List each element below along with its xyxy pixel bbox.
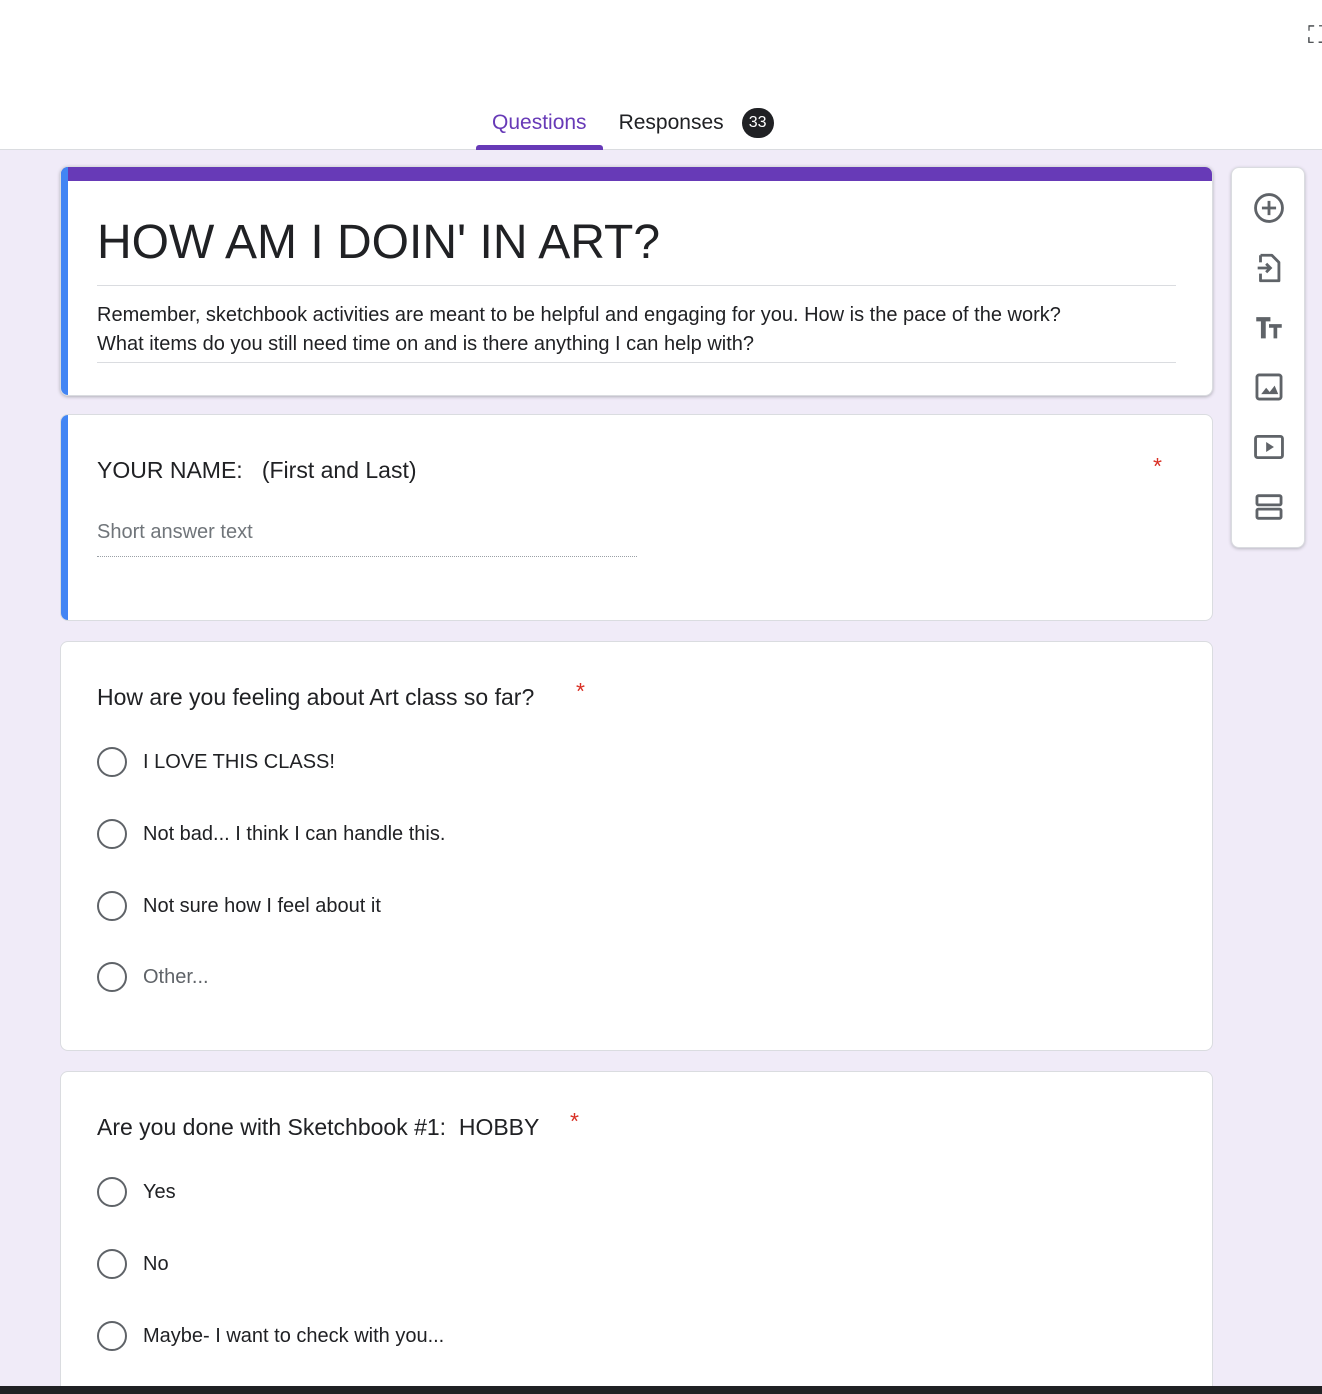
option-label-other: Other... <box>143 965 209 988</box>
add-question-icon[interactable] <box>1249 188 1289 228</box>
tab-questions-label: Questions <box>492 111 587 134</box>
radio-button[interactable] <box>97 1249 127 1279</box>
radio-button[interactable] <box>97 747 127 777</box>
active-card-indicator <box>61 415 68 620</box>
radio-option[interactable]: No <box>97 1249 169 1279</box>
short-answer-field[interactable]: Short answer text <box>97 521 637 557</box>
radio-option[interactable]: Not bad... I think I can handle this. <box>97 819 445 849</box>
question-title[interactable]: Are you done with Sketchbook #1: HOBBY <box>97 1114 539 1141</box>
tab-bar: Questions Responses 33 <box>476 96 790 150</box>
radio-button[interactable] <box>97 1321 127 1351</box>
tab-responses[interactable]: Responses 33 <box>603 96 790 150</box>
question-card-name[interactable]: YOUR NAME: (First and Last) * Short answ… <box>60 414 1213 621</box>
bottom-edge <box>0 1386 1322 1394</box>
tab-questions[interactable]: Questions <box>476 96 603 150</box>
option-label: Yes <box>143 1180 176 1203</box>
option-label: Not bad... I think I can handle this. <box>143 822 446 845</box>
top-bar: ⛶ Questions Responses 33 <box>0 0 1322 150</box>
option-label: Not sure how I feel about it <box>143 894 381 917</box>
radio-option[interactable]: Not sure how I feel about it <box>97 891 381 921</box>
option-label: I LOVE THIS CLASS! <box>143 750 335 773</box>
question-title[interactable]: YOUR NAME: (First and Last) <box>97 457 417 484</box>
import-questions-icon[interactable] <box>1249 248 1289 288</box>
add-section-icon[interactable] <box>1249 487 1289 527</box>
question-card-sketchbook[interactable]: Are you done with Sketchbook #1: HOBBY *… <box>60 1071 1213 1394</box>
radio-option[interactable]: Maybe- I want to check with you... <box>97 1321 444 1351</box>
radio-button[interactable] <box>97 819 127 849</box>
radio-button[interactable] <box>97 962 127 992</box>
add-title-icon[interactable] <box>1249 307 1289 347</box>
form-description-line-2: What items do you still need time on and… <box>97 333 755 355</box>
form-top-accent <box>61 167 1212 181</box>
option-label: Maybe- I want to check with you... <box>143 1324 445 1347</box>
question-card-feeling[interactable]: How are you feeling about Art class so f… <box>60 641 1213 1051</box>
side-toolbar <box>1231 167 1305 548</box>
responses-count-badge: 33 <box>741 108 774 138</box>
radio-button[interactable] <box>97 891 127 921</box>
form-title-card[interactable]: HOW AM I DOIN' IN ART? Remember, sketchb… <box>60 166 1213 396</box>
form-description-line-1: Remember, sketchbook activities are mean… <box>97 304 1061 326</box>
required-asterisk: * <box>1153 453 1162 479</box>
radio-button[interactable] <box>97 1177 127 1207</box>
form-description[interactable]: Remember, sketchbook activities are mean… <box>97 301 1176 363</box>
active-card-indicator <box>61 167 68 395</box>
question-title[interactable]: How are you feeling about Art class so f… <box>97 684 534 711</box>
tab-responses-label: Responses <box>618 111 724 134</box>
radio-option[interactable]: Yes <box>97 1177 176 1207</box>
option-label: No <box>143 1252 169 1275</box>
expand-icon[interactable]: ⛶ <box>1308 22 1322 50</box>
add-video-icon[interactable] <box>1249 427 1289 467</box>
add-image-icon[interactable] <box>1249 367 1289 407</box>
required-asterisk: * <box>576 678 585 704</box>
required-asterisk: * <box>570 1108 579 1134</box>
radio-option-other[interactable]: Other... <box>97 962 209 992</box>
radio-option[interactable]: I LOVE THIS CLASS! <box>97 747 335 777</box>
form-title[interactable]: HOW AM I DOIN' IN ART? <box>97 213 1176 286</box>
